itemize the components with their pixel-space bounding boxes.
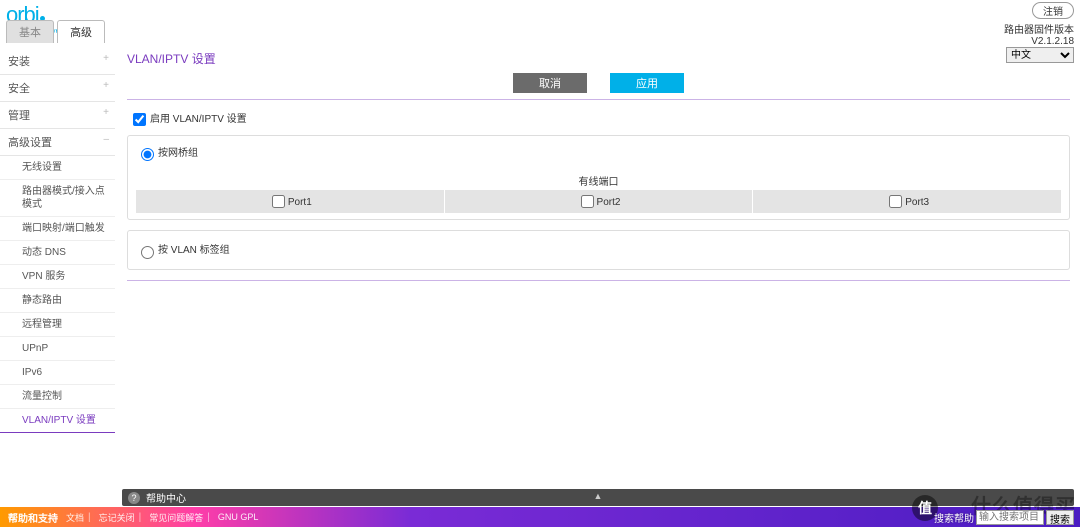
radio-by-bridge[interactable]: 按网桥组 [136,148,198,159]
ports-header: 有线端口 [136,171,1061,190]
chevron-up-icon[interactable]: ▲ [594,491,603,501]
footer-link-gpl[interactable]: GNU GPL [218,512,259,522]
cancel-button[interactable]: 取消 [513,73,587,93]
enable-vlan-iptv-input[interactable] [133,113,146,126]
sidebar: 安装+ 安全+ 管理+ 高级设置– 无线设置 路由器模式/接入点模式 端口映射/… [0,42,115,492]
divider [127,280,1070,281]
footer-link-2[interactable]: 忘记关闭 [99,511,135,524]
footer-link-docs[interactable]: 文档 [66,511,84,524]
sidebar-sub-apmode[interactable]: 路由器模式/接入点模式 [0,180,115,217]
tab-advanced[interactable]: 高级 [57,20,105,43]
sidebar-sub-remote[interactable]: 远程管理 [0,313,115,337]
firmware-version: V2.1.2.18 [1004,36,1074,47]
sidebar-sub-upnp[interactable]: UPnP [0,337,115,361]
divider [127,99,1070,100]
bridge-group-panel: 按网桥组 有线端口 Port1 Port2 Port3 [127,135,1070,220]
sidebar-sub-wireless[interactable]: 无线设置 [0,156,115,180]
sidebar-sub-traffic[interactable]: 流量控制 [0,385,115,409]
sidebar-sub-ddns[interactable]: 动态 DNS [0,241,115,265]
radio-by-bridge-input[interactable] [141,148,154,161]
help-search-label: 搜索帮助 [934,510,974,525]
radio-by-vlan-tag-input[interactable] [141,246,154,259]
sidebar-sub-ipv6[interactable]: IPv6 [0,361,115,385]
main-content: VLAN/IPTV 设置 取消 应用 启用 VLAN/IPTV 设置 按网桥组 … [115,42,1080,492]
expand-icon: + [103,53,109,64]
language-select[interactable]: 中文 [1006,47,1074,63]
collapse-icon: – [103,134,109,145]
help-search-input[interactable] [976,510,1044,525]
sidebar-sub-vpn[interactable]: VPN 服务 [0,265,115,289]
radio-by-vlan-tag[interactable]: 按 VLAN 标签组 [136,245,230,256]
vlan-tag-panel: 按 VLAN 标签组 [127,230,1070,269]
enable-vlan-iptv-checkbox[interactable]: 启用 VLAN/IPTV 设置 [129,114,247,125]
help-search: 搜索帮助 搜索 [934,510,1074,525]
expand-icon: + [103,107,109,118]
tab-basic[interactable]: 基本 [6,20,54,43]
help-search-button[interactable]: 搜索 [1046,510,1074,525]
page-title: VLAN/IPTV 设置 [127,48,1070,73]
sidebar-sub-staticroute[interactable]: 静态路由 [0,289,115,313]
sidebar-sub-vlan-iptv[interactable]: VLAN/IPTV 设置 [0,409,115,433]
sidebar-item-security[interactable]: 安全+ [0,75,115,102]
footer-link-faq[interactable]: 常见问题解答 [149,511,203,524]
sidebar-sub-portforward[interactable]: 端口映射/端口触发 [0,217,115,241]
expand-icon: + [103,80,109,91]
help-icon: ? [128,492,140,504]
logout-button[interactable]: 注销 [1032,2,1074,19]
port3-checkbox[interactable]: Port3 [885,197,929,208]
footer-lead: 帮助和支持 [8,510,58,525]
sidebar-item-admin[interactable]: 管理+ [0,102,115,129]
sidebar-item-install[interactable]: 安装+ [0,48,115,75]
port2-checkbox[interactable]: Port2 [577,197,621,208]
apply-button[interactable]: 应用 [610,73,684,93]
help-center-label: 帮助中心 [146,490,186,505]
port1-checkbox[interactable]: Port1 [268,197,312,208]
sidebar-item-advanced[interactable]: 高级设置– [0,129,115,156]
firmware-label: 路由器固件版本 [1004,21,1074,36]
